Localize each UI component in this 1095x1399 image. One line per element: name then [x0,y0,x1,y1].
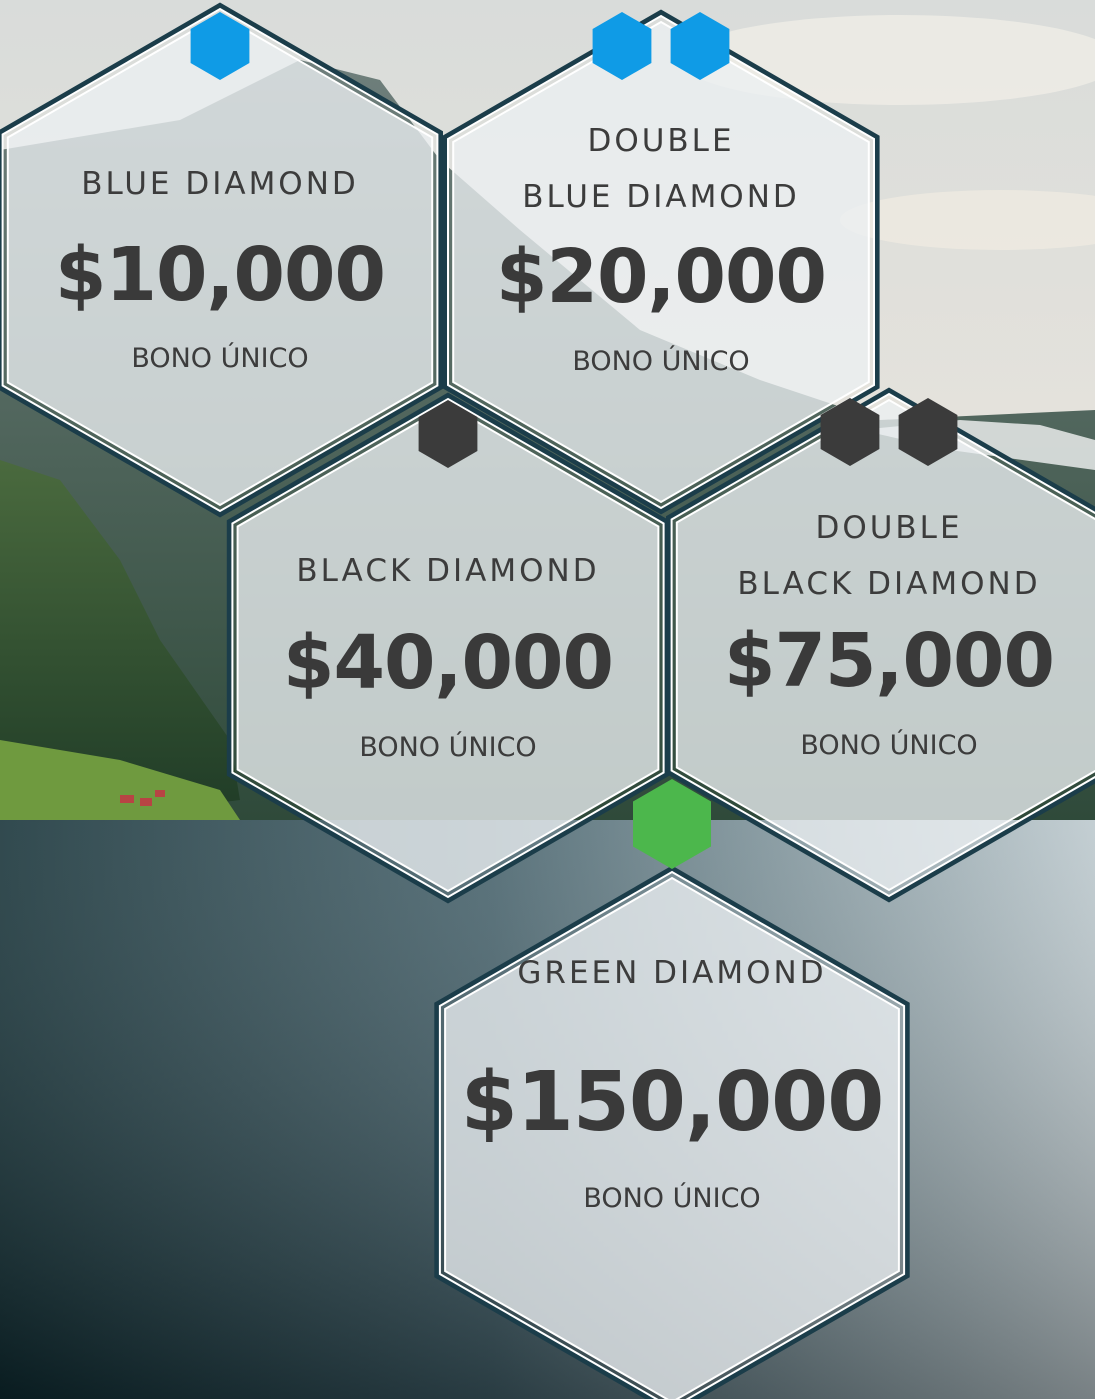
bonus-amount: $40,000 [283,620,613,706]
tier-name: DOUBLE [815,510,962,546]
tier-name: BLACK DIAMOND [296,553,599,589]
bonus-amount: $150,000 [461,1055,884,1150]
tier-name: GREEN DIAMOND [517,955,826,991]
bonus-label: BONO ÚNICO [359,731,536,763]
bonus-label: BONO ÚNICO [800,729,977,761]
tier-name: BLUE DIAMOND [81,166,359,202]
tier-name: DOUBLE [587,123,734,159]
bonus-amount: $10,000 [55,232,385,318]
bonus-amount: $20,000 [496,234,826,320]
bonus-label: BONO ÚNICO [572,345,749,377]
bonus-amount: $75,000 [724,618,1054,704]
tier-name: BLUE DIAMOND [522,179,800,215]
bonus-label: BONO ÚNICO [131,342,308,374]
tier-name: BLACK DIAMOND [737,566,1040,602]
tier-graphic: BLUE DIAMOND $10,000 BONO ÚNICO DOUBLE BLUE … [0,0,1095,1399]
bonus-label: BONO ÚNICO [583,1182,760,1214]
